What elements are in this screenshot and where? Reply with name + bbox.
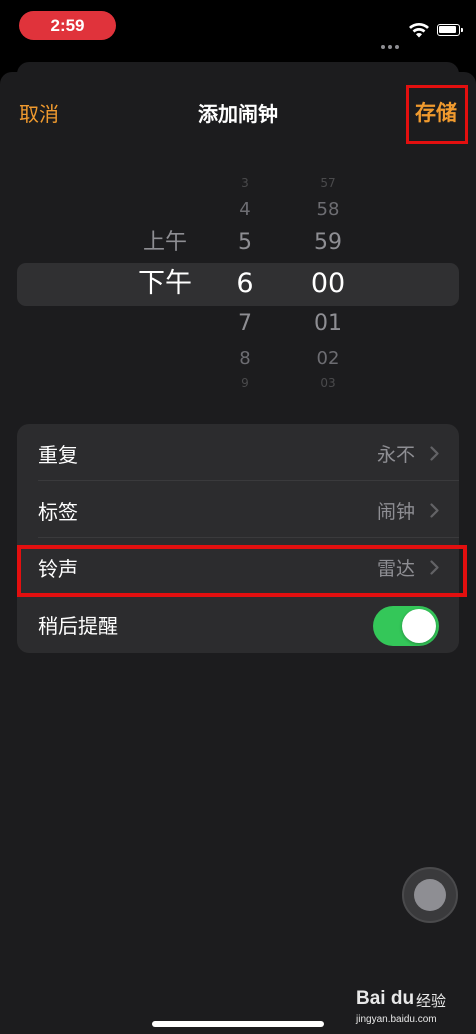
- label-label: 标签: [38, 500, 78, 524]
- chevron-right-icon: [430, 503, 439, 518]
- picker-ampm-item[interactable]: 下午: [125, 267, 205, 301]
- alarm-settings-card: 重复 永不 标签 闹钟 铃声 雷达 稍后提醒: [17, 424, 459, 653]
- picker-minute-item[interactable]: 57: [298, 176, 358, 191]
- snooze-label: 稍后提醒: [38, 614, 118, 638]
- watermark-name: 经验: [416, 992, 447, 1010]
- picker-minute-item[interactable]: 01: [298, 310, 358, 338]
- repeat-label: 重复: [38, 443, 78, 467]
- repeat-row[interactable]: 重复 永不: [17, 424, 459, 481]
- chevron-right-icon: [430, 446, 439, 461]
- watermark-url: jingyan.baidu.com: [356, 1014, 437, 1025]
- picker-minute-item[interactable]: 03: [298, 376, 358, 391]
- snooze-row: 稍后提醒: [17, 595, 459, 652]
- battery-tip: [461, 28, 463, 32]
- picker-hour-item[interactable]: 6: [225, 267, 265, 301]
- repeat-value: 永不: [376, 444, 415, 466]
- cellular-signal-icon: [381, 34, 402, 53]
- status-bar: 2:59: [0, 0, 476, 56]
- snooze-toggle[interactable]: [373, 606, 439, 646]
- picker-hour-item[interactable]: 8: [225, 347, 265, 370]
- save-highlight-box: [406, 85, 468, 144]
- sound-highlight-box: [17, 545, 467, 597]
- battery-icon: [437, 24, 460, 36]
- page-title: 添加闹钟: [198, 102, 278, 126]
- assistive-touch-button[interactable]: [402, 867, 458, 923]
- picker-minute-item[interactable]: 00: [298, 267, 358, 301]
- status-time: 2:59: [19, 11, 116, 40]
- label-row[interactable]: 标签 闹钟: [17, 481, 459, 538]
- wifi-icon: [409, 23, 429, 38]
- picker-ampm-item[interactable]: 上午: [125, 229, 205, 257]
- label-value: 闹钟: [376, 501, 415, 523]
- home-indicator[interactable]: [152, 1021, 324, 1027]
- watermark-brand: Bai du: [356, 988, 415, 1009]
- picker-hour-item[interactable]: 5: [225, 229, 265, 257]
- picker-minute-item[interactable]: 02: [298, 347, 358, 370]
- picker-hour-item[interactable]: 7: [225, 310, 265, 338]
- picker-minute-item[interactable]: 58: [298, 198, 358, 221]
- picker-minute-item[interactable]: 59: [298, 229, 358, 257]
- toggle-knob: [402, 609, 436, 643]
- picker-hour-item[interactable]: 3: [225, 176, 265, 191]
- picker-hour-item[interactable]: 4: [225, 198, 265, 221]
- picker-hour-item[interactable]: 9: [225, 376, 265, 391]
